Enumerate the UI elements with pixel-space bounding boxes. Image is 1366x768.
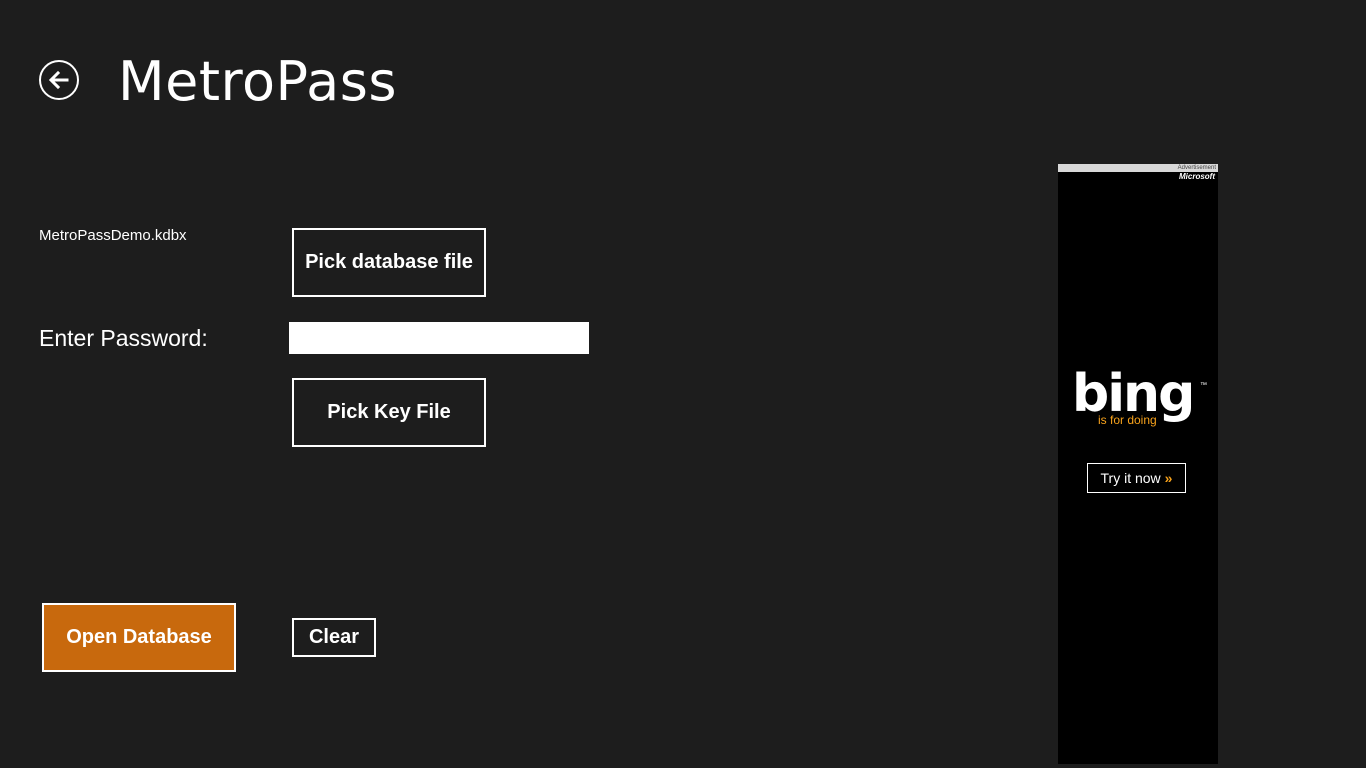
clear-button[interactable]: Clear [292, 618, 376, 657]
chevron-right-icon: » [1164, 470, 1173, 486]
login-page: MetroPass MetroPassDemo.kdbx Pick databa… [0, 0, 1366, 768]
ad-brand: Microsoft [1179, 172, 1215, 181]
password-label: Enter Password: [39, 325, 208, 351]
ad-label: Advertisement [1177, 165, 1216, 171]
try-it-now-label: Try it now [1100, 470, 1161, 486]
try-it-now-button[interactable]: Try it now » [1087, 463, 1186, 493]
back-button[interactable] [39, 60, 79, 100]
back-arrow-icon [48, 70, 69, 90]
pick-database-file-button[interactable]: Pick database file [292, 228, 486, 297]
bing-tagline: is for doing [1098, 413, 1157, 427]
bing-trademark: ™ [1200, 382, 1207, 389]
page-title: MetroPass [118, 50, 398, 113]
database-file-name: MetroPassDemo.kdbx [39, 227, 187, 244]
advertisement-banner[interactable]: Advertisement Microsoft bing ™ is for do… [1058, 164, 1218, 764]
password-input[interactable] [289, 322, 589, 354]
ad-top-bar: Advertisement [1058, 164, 1218, 172]
pick-key-file-button[interactable]: Pick Key File [292, 378, 486, 447]
open-database-button[interactable]: Open Database [42, 603, 236, 672]
